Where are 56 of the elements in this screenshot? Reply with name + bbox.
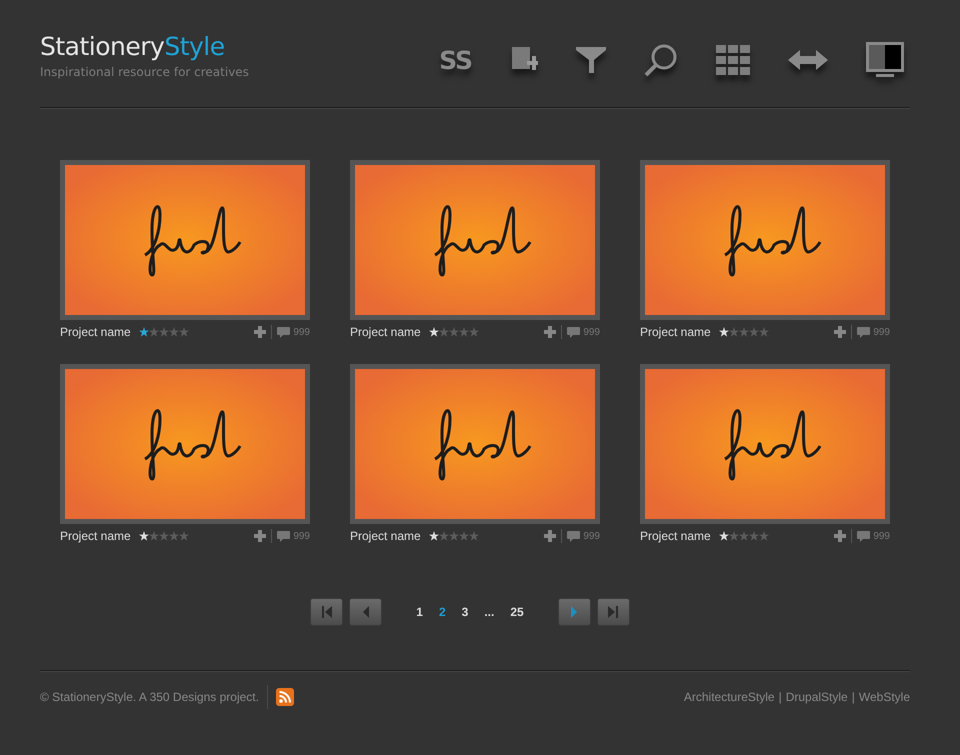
previous-page-button[interactable] <box>349 598 382 626</box>
footer-link[interactable]: DrupalStyle <box>786 690 848 704</box>
tagline: Inspirational resource for creatives <box>40 65 249 79</box>
comment-icon[interactable] <box>857 326 870 338</box>
page-link[interactable]: 3 <box>454 605 476 619</box>
page-link[interactable]: ... <box>476 605 502 619</box>
plus-icon[interactable] <box>834 326 846 338</box>
search-icon[interactable] <box>644 43 678 77</box>
next-page-button[interactable] <box>558 598 591 626</box>
footer-link[interactable]: WebStyle <box>858 690 910 704</box>
comment-icon[interactable] <box>567 326 580 338</box>
project-name[interactable]: Project name <box>640 325 711 339</box>
link-separator: | <box>778 690 782 704</box>
project-name[interactable]: Project name <box>640 529 711 543</box>
rss-icon[interactable] <box>276 688 294 706</box>
copyright-text: © StationeryStyle. A 350 Designs project. <box>40 690 259 704</box>
star-rating[interactable] <box>428 327 479 337</box>
last-page-button[interactable] <box>596 598 630 626</box>
project-name[interactable]: Project name <box>350 529 421 543</box>
comment-count: 999 <box>873 530 890 542</box>
star-rating[interactable] <box>138 531 189 541</box>
monitor-icon[interactable] <box>866 42 904 78</box>
project-name[interactable]: Project name <box>350 325 421 339</box>
page-link[interactable]: 25 <box>502 605 532 619</box>
plus-icon[interactable] <box>254 530 266 542</box>
plus-icon[interactable] <box>254 326 266 338</box>
funnel-icon[interactable] <box>576 45 606 75</box>
project-name[interactable]: Project name <box>60 529 131 543</box>
page-link[interactable]: 2 <box>430 605 454 619</box>
comment-icon[interactable] <box>567 530 580 542</box>
star-rating[interactable] <box>718 531 769 541</box>
first-page-button[interactable] <box>310 598 344 626</box>
grid-icon[interactable] <box>716 45 750 75</box>
comment-icon[interactable] <box>277 530 290 542</box>
link-separator: | <box>852 690 855 704</box>
plus-icon[interactable] <box>834 530 846 542</box>
star-rating[interactable] <box>428 531 479 541</box>
plus-icon[interactable] <box>544 530 556 542</box>
comment-count: 999 <box>583 326 600 338</box>
comment-icon[interactable] <box>277 326 290 338</box>
star-rating[interactable] <box>138 327 189 337</box>
comment-count: 999 <box>583 530 600 542</box>
page-link[interactable]: 1 <box>408 605 431 619</box>
site-toolbar-button[interactable]: SS <box>439 46 472 74</box>
comment-count: 999 <box>873 326 890 338</box>
star-rating[interactable] <box>718 327 769 337</box>
project-name[interactable]: Project name <box>60 325 131 339</box>
skip-forward-icon <box>606 605 620 619</box>
skip-back-icon <box>320 605 334 619</box>
comment-icon[interactable] <box>857 530 870 542</box>
comment-count: 999 <box>293 326 310 338</box>
comment-count: 999 <box>293 530 310 542</box>
plus-icon[interactable] <box>544 326 556 338</box>
site-logo[interactable]: StationeryStyle <box>40 32 249 62</box>
footer-link[interactable]: ArchitectureStyle <box>684 690 775 704</box>
double-arrow-icon[interactable] <box>788 50 828 70</box>
